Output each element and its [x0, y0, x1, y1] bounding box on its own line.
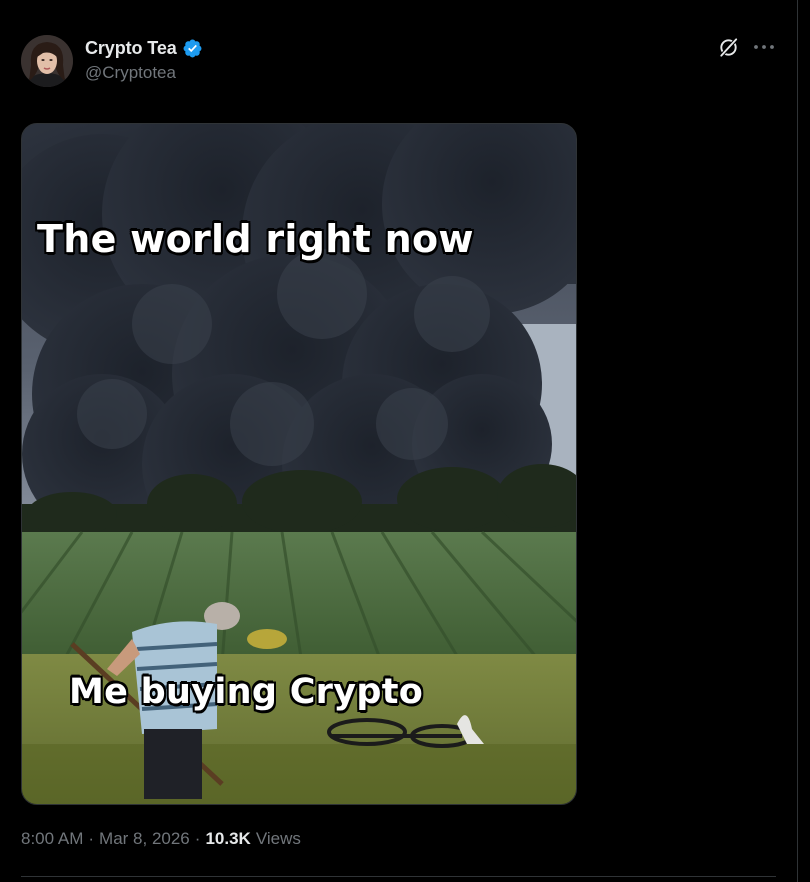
- grok-icon[interactable]: [717, 36, 740, 59]
- avatar-image: [21, 35, 73, 87]
- views-label: Views: [255, 829, 301, 848]
- tweet-media-image[interactable]: The world right now Me buying Crypto: [21, 123, 577, 805]
- divider: [21, 876, 776, 877]
- meme-caption-bottom: Me buying Crypto: [69, 672, 424, 712]
- author-info: Crypto Tea @Cryptotea: [85, 36, 203, 83]
- tweet-time[interactable]: 8:00 AM: [21, 829, 83, 849]
- avatar[interactable]: [21, 35, 73, 87]
- tweet-meta: 8:00 AM · Mar 8, 2026 · 10.3K Views: [21, 829, 301, 849]
- verified-badge-icon[interactable]: [182, 38, 203, 59]
- views-count: 10.3K: [205, 829, 251, 848]
- tweet-detail-page: Crypto Tea @Cryptotea The world right no…: [0, 0, 810, 882]
- meme-caption-top: The world right now: [37, 217, 474, 261]
- author-handle[interactable]: @Cryptotea: [85, 63, 203, 83]
- more-options-icon[interactable]: [752, 38, 776, 56]
- column-divider: [797, 0, 798, 882]
- author-display-name[interactable]: Crypto Tea: [85, 38, 177, 59]
- meta-separator: ·: [194, 829, 201, 848]
- author-name-row: Crypto Tea: [85, 36, 203, 60]
- meta-separator: ·: [88, 829, 95, 848]
- tweet-date[interactable]: Mar 8, 2026: [99, 829, 190, 849]
